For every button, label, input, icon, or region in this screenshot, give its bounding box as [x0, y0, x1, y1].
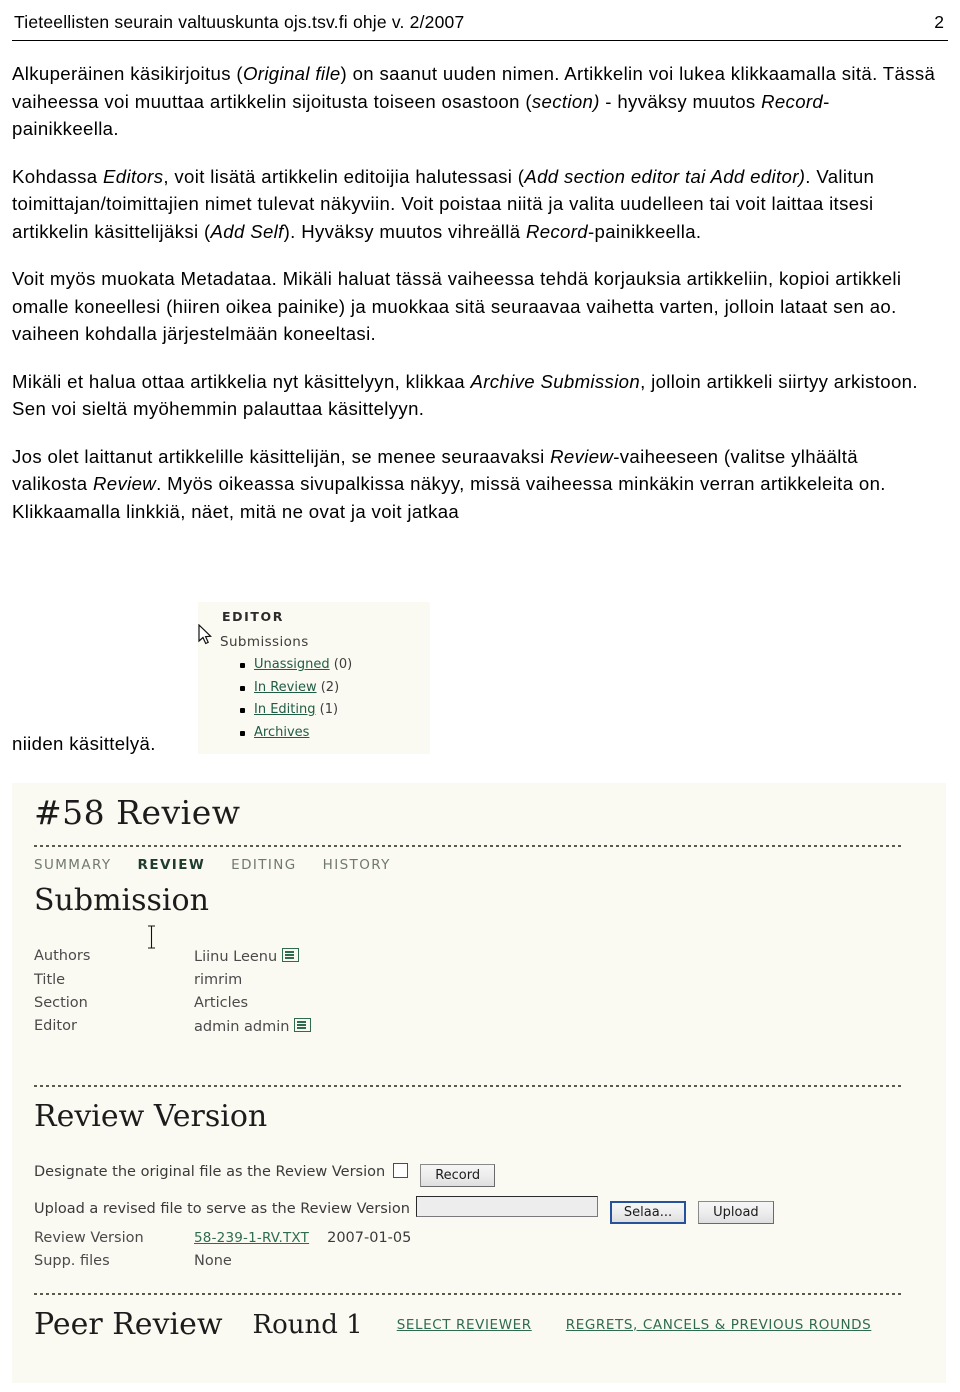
table-row: Editor admin admin — [34, 1018, 312, 1042]
submission-id-heading: #58 Review — [34, 793, 241, 832]
value-title: rimrim — [194, 972, 243, 988]
editor-panel-title: EDITOR — [222, 609, 284, 624]
ojs-review-screenshot: #58 Review SUMMARY REVIEW EDITING HISTORY S… — [12, 783, 946, 1383]
table-row: Supp. files None — [34, 1253, 411, 1276]
authors-value: Liinu Leenu — [194, 949, 278, 965]
tab-history[interactable]: HISTORY — [323, 857, 391, 873]
sidebar-link-in-editing[interactable]: In Editing — [254, 702, 315, 717]
browse-button[interactable]: Selaa... — [609, 1201, 687, 1224]
unassigned-count: (0) — [333, 657, 353, 672]
review-version-date: 2007-01-05 — [327, 1230, 412, 1246]
label-title: Title — [34, 972, 66, 988]
table-row: Authors Liinu Leenu — [34, 948, 311, 972]
mail-icon[interactable] — [282, 948, 300, 962]
header-divider — [12, 40, 948, 41]
running-header: Tieteellisten seurain valtuuskunta ojs.t… — [14, 12, 946, 38]
editor-panel-subtitle: Submissions — [220, 634, 309, 650]
file-path-input[interactable] — [415, 1196, 598, 1217]
designate-original-row: Designate the original file as the Revie… — [34, 1163, 496, 1187]
table-row: Section Articles — [34, 995, 311, 1018]
tab-editing[interactable]: EDITING — [231, 857, 297, 873]
divider-bottom — [34, 1293, 902, 1295]
in-review-count: (2) — [320, 679, 340, 695]
sidebar-link-in-review[interactable]: In Review — [254, 680, 317, 695]
table-row: Review Version 58-239-1-RV.TXT 2007-01-05 — [34, 1230, 411, 1253]
peer-review-header: Peer Review Round 1 SELECT REVIEWER REGRETS… — [34, 1307, 871, 1342]
tail-paragraph: niiden käsittelyä. — [12, 733, 156, 754]
document-body: Alkuperäinen käsikirjoitus (Original fil… — [12, 60, 936, 545]
review-version-heading: Review Version — [34, 1099, 268, 1134]
paragraph-4: Mikäli et halua ottaa artikkelia nyt käs… — [12, 370, 918, 420]
designate-checkbox[interactable] — [393, 1163, 409, 1178]
header-title: Tieteellisten seurain valtuuskunta ojs.t… — [14, 12, 465, 32]
list-item[interactable]: Archives — [239, 722, 352, 745]
value-review-version: 58-239-1-RV.TXT 2007-01-05 — [194, 1230, 411, 1253]
peer-review-round: Round 1 — [252, 1309, 363, 1340]
upload-label: Upload a revised file to serve as the Re… — [34, 1201, 410, 1217]
label-authors: Authors — [34, 948, 91, 964]
divider-top — [34, 845, 902, 847]
list-item[interactable]: In Editing (1) — [239, 699, 352, 722]
editor-submissions-list: Unassigned (0) In Review (2) In Editing … — [236, 654, 352, 744]
editor-sidebar-screenshot: EDITOR Submissions Unassigned (0) In Rev… — [198, 602, 430, 754]
submission-heading: Submission — [34, 883, 209, 918]
paragraph-5: Jos olet laittanut artikkelille käsittel… — [12, 445, 886, 522]
in-editing-count: (1) — [319, 702, 339, 717]
editor-value: admin admin — [194, 1019, 290, 1035]
record-button[interactable]: Record — [420, 1164, 496, 1187]
sidebar-link-archives[interactable]: Archives — [254, 725, 309, 740]
submission-metadata-table: Authors Liinu Leenu Title rimrim Section… — [34, 948, 312, 1042]
peer-review-title: Peer Review — [34, 1307, 223, 1342]
value-authors: Liinu Leenu — [194, 948, 311, 972]
tab-summary[interactable]: SUMMARY — [34, 857, 112, 873]
value-supp-files: None — [194, 1253, 232, 1269]
submission-tabs: SUMMARY REVIEW EDITING HISTORY — [34, 857, 417, 873]
review-version-table: Review Version 58-239-1-RV.TXT 2007-01-05… — [34, 1230, 411, 1276]
upload-button[interactable]: Upload — [698, 1201, 774, 1224]
list-item[interactable]: In Review (2) — [239, 677, 352, 700]
paragraph-2: Kohdassa Editors, voit lisätä artikkelin… — [12, 165, 875, 242]
upload-revised-row: Upload a revised file to serve as the Re… — [34, 1196, 774, 1224]
sidebar-link-unassigned[interactable]: Unassigned — [254, 657, 330, 672]
page-number: 2 — [934, 12, 944, 32]
divider-middle — [34, 1085, 902, 1087]
mail-icon[interactable] — [294, 1018, 312, 1032]
regrets-cancels-link[interactable]: REGRETS, CANCELS & PREVIOUS ROUNDS — [566, 1317, 872, 1333]
label-supp-files: Supp. files — [34, 1253, 110, 1269]
table-row: Title rimrim — [34, 972, 311, 995]
paragraph-3: Voit myös muokata Metadataa. Mikäli halu… — [12, 268, 902, 344]
list-item[interactable]: Unassigned (0) — [239, 654, 353, 677]
value-editor: admin admin — [194, 1018, 312, 1042]
value-section: Articles — [194, 995, 249, 1011]
tab-review[interactable]: REVIEW — [138, 857, 206, 873]
designate-label: Designate the original file as the Revie… — [34, 1164, 386, 1180]
review-version-file-link[interactable]: 58-239-1-RV.TXT — [194, 1230, 309, 1246]
label-review-version: Review Version — [34, 1230, 144, 1246]
select-reviewer-link[interactable]: SELECT REVIEWER — [397, 1317, 532, 1333]
label-section: Section — [34, 995, 88, 1011]
label-editor: Editor — [34, 1018, 77, 1034]
paragraph-1: Alkuperäinen käsikirjoitus (Original fil… — [12, 63, 936, 139]
